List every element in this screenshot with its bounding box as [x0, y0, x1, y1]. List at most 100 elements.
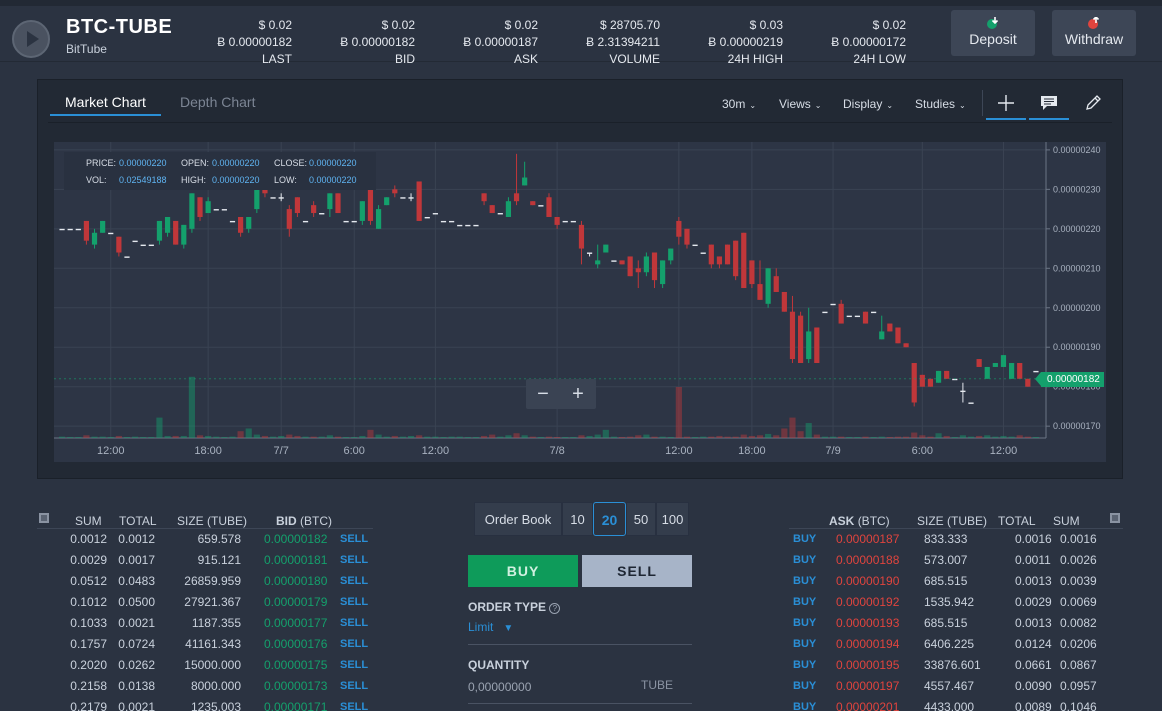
- volume-bar: [464, 437, 471, 438]
- quantity-input[interactable]: 0,00000000: [468, 680, 531, 694]
- sell-tab-button[interactable]: SELL: [582, 555, 692, 587]
- ask-row[interactable]: BUY 0.00000187 833.333 0.0016 0.0016: [789, 529, 1123, 550]
- bid-row[interactable]: 0.1033 0.0021 1187.355 0.00000177 SELL: [37, 613, 373, 634]
- display-dropdown[interactable]: Display ⌄: [843, 97, 893, 111]
- deposit-button[interactable]: Deposit: [951, 10, 1035, 56]
- buy-action-button[interactable]: BUY: [793, 697, 816, 711]
- buy-action-button[interactable]: BUY: [793, 655, 816, 676]
- sell-action-button[interactable]: SELL: [340, 529, 368, 550]
- book-settings-icon[interactable]: [1110, 512, 1120, 526]
- ask-row[interactable]: BUY 0.00000192 1535.942 0.0029 0.0069: [789, 592, 1123, 613]
- bid-size: 1187.355: [191, 616, 241, 630]
- candle-body: [156, 220, 163, 241]
- candle-body: [181, 224, 187, 245]
- interval-dropdown[interactable]: 30m ⌄: [722, 97, 756, 111]
- volume-bar: [83, 435, 90, 438]
- volume-bar: [383, 436, 390, 438]
- col-sum[interactable]: SUM: [75, 514, 102, 528]
- buy-action-button[interactable]: BUY: [793, 676, 816, 697]
- help-icon[interactable]: ?: [549, 603, 561, 614]
- zoom-out-button[interactable]: −: [526, 382, 560, 406]
- col-total[interactable]: TOTAL: [998, 514, 1036, 528]
- candle-body: [635, 268, 641, 273]
- buy-action-button[interactable]: BUY: [793, 634, 816, 655]
- ask-row[interactable]: BUY 0.00000197 4557.467 0.0090 0.0957: [789, 676, 1123, 697]
- candle-body: [822, 311, 828, 314]
- ask-total: 0.0089: [1015, 700, 1052, 711]
- buy-action-button[interactable]: BUY: [793, 529, 816, 550]
- sell-action-button[interactable]: SELL: [340, 634, 368, 655]
- sell-action-button[interactable]: SELL: [340, 697, 368, 711]
- col-sum[interactable]: SUM: [1053, 514, 1080, 528]
- ask-row[interactable]: BUY 0.00000193 685.515 0.0013 0.0082: [789, 613, 1123, 634]
- bid-row[interactable]: 0.0512 0.0483 26859.959 0.00000180 SELL: [37, 571, 373, 592]
- ask-row[interactable]: BUY 0.00000195 33876.601 0.0661 0.0867: [789, 655, 1123, 676]
- sell-action-button[interactable]: SELL: [340, 613, 368, 634]
- col-size[interactable]: SIZE (TUBE): [917, 514, 987, 528]
- bid-row[interactable]: 0.2158 0.0138 8000.000 0.00000173 SELL: [37, 676, 373, 697]
- candle-body: [984, 366, 990, 379]
- bid-row[interactable]: 0.0012 0.0012 659.578 0.00000182 SELL: [37, 529, 373, 550]
- candle-body: [911, 363, 917, 403]
- order-type-select[interactable]: Limit ▼: [468, 620, 513, 634]
- volume-bar: [107, 437, 114, 438]
- bid-row[interactable]: 0.1757 0.0724 41161.343 0.00000176 SELL: [37, 634, 373, 655]
- candle-body: [489, 205, 495, 214]
- y-tick-label: 0.00000240: [1053, 145, 1101, 155]
- zoom-in-button[interactable]: +: [561, 382, 595, 406]
- col-size[interactable]: SIZE (TUBE): [177, 514, 247, 528]
- candle-body: [643, 256, 649, 273]
- ask-row[interactable]: BUY 0.00000194 6406.225 0.0124 0.0206: [789, 634, 1123, 655]
- comment-button[interactable]: [1029, 88, 1069, 120]
- volume-bar: [756, 435, 764, 438]
- depth-50-button[interactable]: 50: [626, 502, 656, 536]
- candle-body: [100, 220, 106, 233]
- buy-action-button[interactable]: BUY: [793, 550, 816, 571]
- draw-button[interactable]: [1073, 88, 1113, 120]
- stat-ask: $ 0.02 Ƀ 0.00000187 ASK: [463, 18, 538, 66]
- ask-row[interactable]: BUY 0.00000188 573.007 0.0011 0.0026: [789, 550, 1123, 571]
- col-bid[interactable]: BID (BTC): [276, 514, 332, 528]
- bid-row[interactable]: 0.2179 0.0021 1235.003 0.00000171 SELL: [37, 697, 373, 711]
- bid-row[interactable]: 0.2020 0.0262 15000.000 0.00000175 SELL: [37, 655, 373, 676]
- stat-last: $ 0.02 Ƀ 0.00000182 LAST: [217, 18, 292, 66]
- buy-action-button[interactable]: BUY: [793, 592, 816, 613]
- volume-bar: [188, 376, 195, 438]
- y-tick-label: 0.00000230: [1053, 184, 1101, 194]
- col-ask[interactable]: ASK (BTC): [829, 514, 890, 528]
- withdraw-button[interactable]: Withdraw: [1052, 10, 1136, 56]
- tab-market-chart[interactable]: Market Chart: [50, 94, 161, 116]
- crosshair-button[interactable]: [986, 88, 1026, 120]
- sell-action-button[interactable]: SELL: [340, 655, 368, 676]
- tab-depth-chart[interactable]: Depth Chart: [180, 94, 255, 110]
- studies-dropdown[interactable]: Studies ⌄: [915, 97, 966, 111]
- bid-row[interactable]: 0.1012 0.0500 27921.367 0.00000179 SELL: [37, 592, 373, 613]
- sell-action-button[interactable]: SELL: [340, 550, 368, 571]
- chart-area[interactable]: 0.00000240 0.00000230 0.00000220 0.00000210…: [54, 142, 1106, 462]
- sell-action-button[interactable]: SELL: [340, 676, 368, 697]
- candle-body: [335, 193, 341, 214]
- volume-bar: [278, 435, 285, 438]
- depth-100-button[interactable]: 100: [656, 502, 689, 536]
- bid-row[interactable]: 0.0029 0.0017 915.121 0.00000181 SELL: [37, 550, 373, 571]
- col-total[interactable]: TOTAL: [119, 514, 157, 528]
- ask-row[interactable]: BUY 0.00000190 685.515 0.0013 0.0039: [789, 571, 1123, 592]
- depth-20-button[interactable]: 20: [593, 502, 626, 536]
- buy-action-button[interactable]: BUY: [793, 571, 816, 592]
- ask-row[interactable]: BUY 0.00000201 4433.000 0.0089 0.1046: [789, 697, 1123, 711]
- buy-action-button[interactable]: BUY: [793, 613, 816, 634]
- volume-bar: [391, 435, 398, 438]
- candle-body: [611, 260, 617, 262]
- candle-body: [944, 370, 950, 379]
- candlestick-chart[interactable]: 0.00000240 0.00000230 0.00000220 0.00000210…: [54, 142, 1106, 462]
- volume-bar: [359, 435, 366, 438]
- sell-action-button[interactable]: SELL: [340, 571, 368, 592]
- depth-10-button[interactable]: 10: [562, 502, 593, 536]
- ask-price: 0.00000187: [836, 532, 900, 546]
- volume-bar: [253, 434, 260, 438]
- sell-action-button[interactable]: SELL: [340, 592, 368, 613]
- book-settings-icon[interactable]: [39, 512, 49, 526]
- candle-body: [927, 378, 934, 387]
- buy-tab-button[interactable]: BUY: [468, 555, 578, 587]
- views-dropdown[interactable]: Views ⌄: [779, 97, 822, 111]
